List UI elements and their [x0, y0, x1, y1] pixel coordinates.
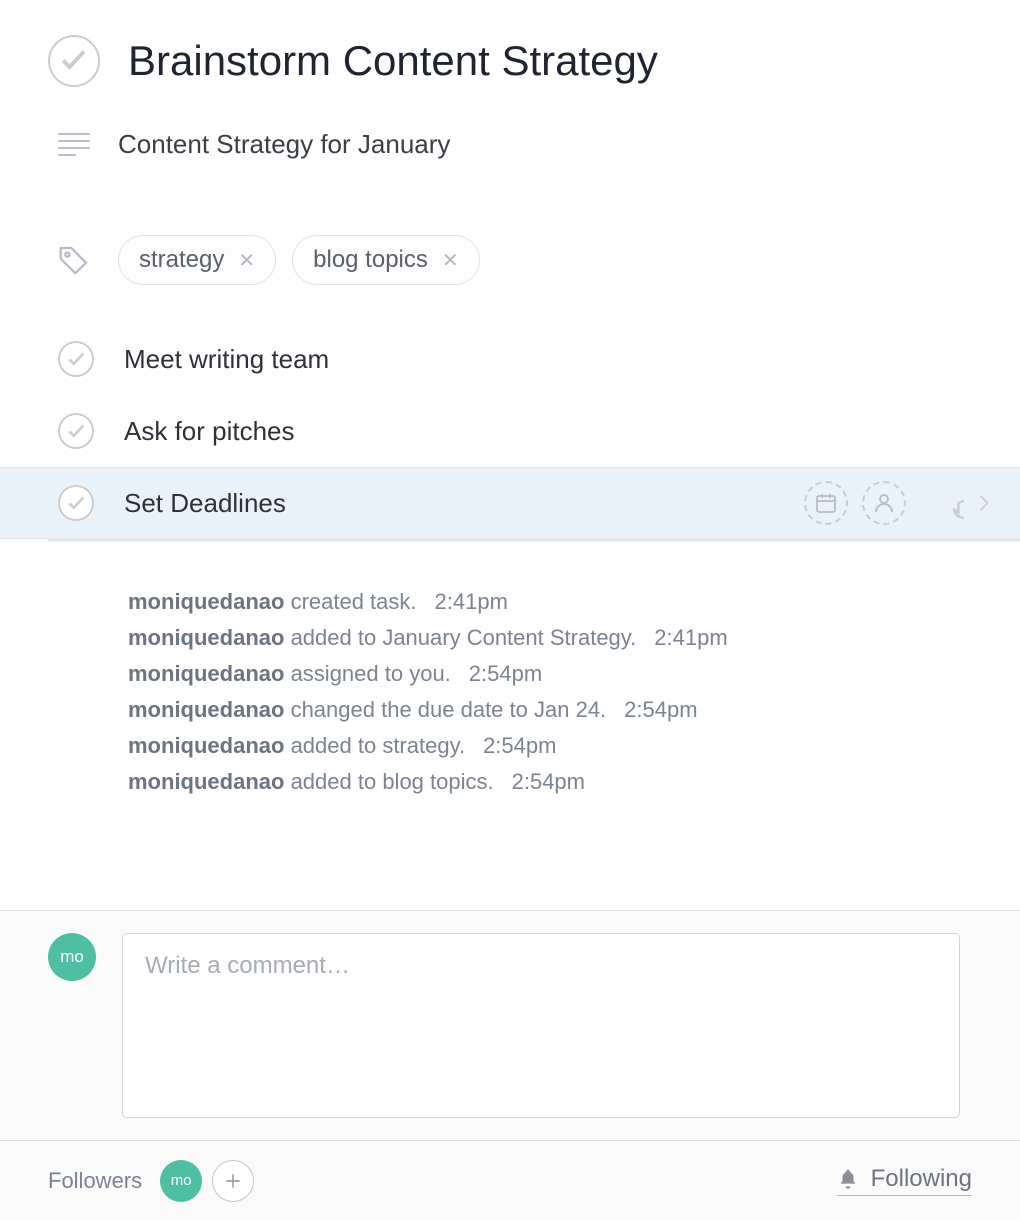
- add-follower-button[interactable]: [212, 1160, 254, 1202]
- subtasks-list: Meet writing team Ask for pitches Set Dead…: [0, 323, 1020, 539]
- activity-entry: moniquedanao added to January Content St…: [128, 625, 1020, 651]
- check-icon: [66, 421, 87, 442]
- plus-icon: [223, 1171, 243, 1191]
- following-label: Following: [871, 1165, 972, 1193]
- activity-time: 2:41pm: [654, 625, 727, 650]
- subtask-complete-toggle[interactable]: [58, 341, 94, 377]
- chevron-right-icon[interactable]: [978, 494, 990, 512]
- subtask-actions: [804, 481, 1020, 525]
- person-icon: [872, 491, 896, 515]
- assign-button[interactable]: [862, 481, 906, 525]
- subtask-label: Ask for pitches: [124, 416, 1020, 447]
- followers-label: Followers: [48, 1168, 142, 1194]
- description-lines-icon: [58, 133, 90, 156]
- calendar-icon: [814, 491, 838, 515]
- tag-icon: [58, 244, 90, 276]
- check-icon: [66, 493, 87, 514]
- avatar: mo: [48, 933, 96, 981]
- activity-action: changed the due date to Jan 24.: [284, 697, 606, 722]
- bell-icon: [837, 1167, 859, 1191]
- subtask-label: Meet writing team: [124, 344, 1020, 375]
- tag-chip[interactable]: strategy ✕: [118, 235, 276, 285]
- activity-action: added to strategy.: [284, 733, 465, 758]
- tags-row: strategy ✕ blog topics ✕: [0, 235, 1020, 285]
- complete-task-toggle[interactable]: [48, 35, 100, 87]
- activity-action: added to January Content Strategy.: [284, 625, 636, 650]
- activity-action: created task.: [284, 589, 416, 614]
- activity-entry: moniquedanao changed the due date to Jan…: [128, 697, 1020, 723]
- subtask-complete-toggle[interactable]: [58, 413, 94, 449]
- close-x-icon[interactable]: ✕: [442, 248, 459, 273]
- close-x-icon[interactable]: ✕: [238, 248, 255, 273]
- subtask-row[interactable]: Meet writing team: [0, 323, 1020, 395]
- subtask-complete-toggle[interactable]: [58, 485, 94, 521]
- comment-panel: mo Write a comment…: [0, 910, 1020, 1140]
- activity-time: 2:54pm: [624, 697, 697, 722]
- task-title[interactable]: Brainstorm Content Strategy: [128, 38, 658, 84]
- activity-time: 2:54pm: [483, 733, 556, 758]
- subtask-row[interactable]: Ask for pitches: [0, 395, 1020, 467]
- activity-entry: moniquedanao added to strategy. 2:54pm: [128, 733, 1020, 759]
- activity-user: moniquedanao: [128, 589, 284, 614]
- activity-entry: moniquedanao created task. 2:41pm: [128, 589, 1020, 615]
- check-icon: [66, 349, 87, 370]
- activity-time: 2:41pm: [435, 589, 508, 614]
- activity-action: assigned to you.: [284, 661, 450, 686]
- tag-chip[interactable]: blog topics ✕: [292, 235, 480, 285]
- subtask-label: Set Deadlines: [124, 488, 774, 519]
- activity-time: 2:54pm: [469, 661, 542, 686]
- activity-user: moniquedanao: [128, 661, 284, 686]
- activity-user: moniquedanao: [128, 769, 284, 794]
- activity-action: added to blog topics.: [284, 769, 493, 794]
- divider: [48, 539, 1020, 541]
- tag-label: strategy: [139, 246, 224, 274]
- activity-user: moniquedanao: [128, 733, 284, 758]
- speech-bubble-icon[interactable]: [930, 486, 964, 520]
- avatar[interactable]: mo: [160, 1160, 202, 1202]
- activity-entry: moniquedanao added to blog topics. 2:54pm: [128, 769, 1020, 795]
- comment-input[interactable]: Write a comment…: [122, 933, 960, 1118]
- subtask-row[interactable]: Set Deadlines: [0, 467, 1020, 539]
- tag-label: blog topics: [313, 246, 428, 274]
- footer: Followers mo Following: [0, 1140, 1020, 1220]
- activity-user: moniquedanao: [128, 625, 284, 650]
- activity-time: 2:54pm: [512, 769, 585, 794]
- check-icon: [58, 45, 89, 76]
- activity-user: moniquedanao: [128, 697, 284, 722]
- set-due-date-button[interactable]: [804, 481, 848, 525]
- project-name[interactable]: Content Strategy for January: [118, 129, 450, 160]
- activity-log: moniquedanao created task.2:41pmmoniqued…: [0, 589, 1020, 795]
- following-button[interactable]: Following: [837, 1165, 972, 1196]
- activity-entry: moniquedanao assigned to you. 2:54pm: [128, 661, 1020, 687]
